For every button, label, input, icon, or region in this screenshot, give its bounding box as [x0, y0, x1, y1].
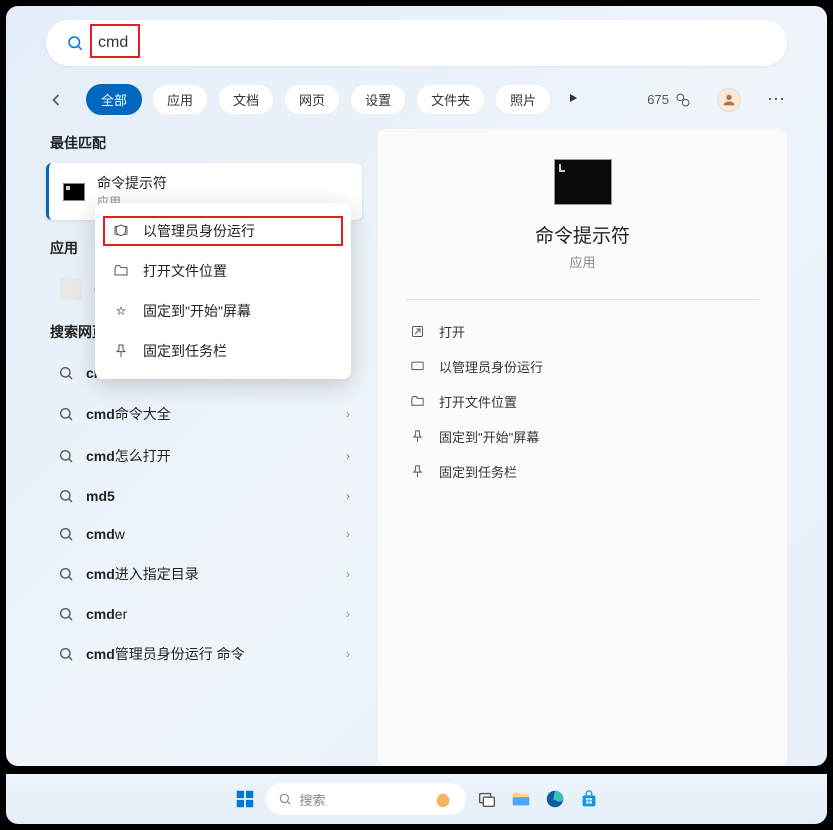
chevron-right-icon: ›	[346, 449, 350, 463]
search-window: cmd 全部 应用 文档 网页 设置 文件夹 照片 675 ⋯ 最佳匹配 命令提…	[6, 6, 827, 766]
search-icon	[58, 488, 74, 504]
rewards-icon	[675, 92, 691, 108]
search-text: cmd怎么打开	[86, 446, 171, 466]
search-input[interactable]: cmd	[98, 34, 128, 51]
pin-icon	[410, 464, 425, 479]
taskbar-search[interactable]: 搜索	[266, 783, 466, 815]
search-item-6[interactable]: cmder ›	[46, 595, 362, 633]
section-best-match: 最佳匹配	[50, 133, 362, 153]
search-bar[interactable]: cmd	[46, 20, 787, 66]
search-text: md5	[86, 488, 115, 504]
chevron-right-icon: ›	[346, 489, 350, 503]
details-panel: 命令提示符 应用 打开 以管理员身份运行 打开文件位置 固定到"开始"屏幕 固	[378, 129, 787, 766]
edge-button[interactable]	[542, 786, 568, 812]
search-icon	[58, 566, 74, 582]
chevron-right-icon: ›	[346, 607, 350, 621]
search-item-3[interactable]: md5 ›	[46, 477, 362, 515]
store-icon	[578, 788, 600, 810]
start-button[interactable]	[232, 786, 258, 812]
explorer-button[interactable]	[508, 786, 534, 812]
chevron-right-icon: ›	[346, 527, 350, 541]
search-icon	[58, 526, 74, 542]
search-item-7[interactable]: cmd管理员身份运行 命令 ›	[46, 633, 362, 675]
pin-icon	[410, 429, 425, 444]
filter-all[interactable]: 全部	[86, 84, 142, 115]
search-icon	[58, 365, 74, 381]
ctx-pin-taskbar[interactable]: 固定到任务栏	[95, 331, 351, 371]
filter-settings[interactable]: 设置	[350, 84, 406, 115]
pin-icon	[113, 343, 129, 359]
action-pin-start[interactable]: 固定到"开始"屏幕	[406, 419, 759, 454]
filter-apps[interactable]: 应用	[152, 84, 208, 115]
cmd-icon	[63, 183, 85, 201]
search-item-1[interactable]: cmd命令大全 ›	[46, 393, 362, 435]
chevron-right-icon: ›	[346, 567, 350, 581]
action-open[interactable]: 打开	[406, 314, 759, 349]
search-icon	[278, 792, 292, 806]
task-view-button[interactable]	[474, 786, 500, 812]
open-icon	[410, 324, 425, 339]
search-item-5[interactable]: cmd进入指定目录 ›	[46, 553, 362, 595]
windows-icon	[234, 788, 256, 810]
search-text: cmdw	[86, 526, 125, 542]
pin-icon	[113, 303, 129, 319]
search-text: cmd管理员身份运行 命令	[86, 644, 245, 664]
back-icon[interactable]	[46, 90, 66, 110]
search-icon	[66, 34, 84, 52]
chevron-right-icon: ›	[346, 647, 350, 661]
task-view-icon	[476, 788, 498, 810]
folder-icon	[510, 788, 532, 810]
chevron-right-icon: ›	[346, 407, 350, 421]
bing-mascot-icon	[432, 788, 454, 810]
shield-icon	[113, 223, 129, 239]
ctx-pin-start[interactable]: 固定到"开始"屏幕	[95, 291, 351, 331]
search-icon	[58, 606, 74, 622]
best-match-title: 命令提示符	[97, 173, 167, 193]
edge-icon	[544, 788, 566, 810]
search-item-4[interactable]: cmdw ›	[46, 515, 362, 553]
taskbar: 搜索	[6, 774, 827, 824]
rewards-points[interactable]: 675	[647, 92, 691, 108]
cmd-icon-large	[554, 159, 612, 205]
action-run-admin[interactable]: 以管理员身份运行	[406, 349, 759, 384]
app-icon	[60, 278, 82, 300]
shield-icon	[410, 359, 425, 374]
search-item-2[interactable]: cmd怎么打开 ›	[46, 435, 362, 477]
search-text: cmd进入指定目录	[86, 564, 199, 584]
details-title: 命令提示符	[406, 221, 759, 248]
filter-docs[interactable]: 文档	[218, 84, 274, 115]
filter-web[interactable]: 网页	[284, 84, 340, 115]
avatar[interactable]	[717, 88, 741, 112]
filter-photos[interactable]: 照片	[495, 84, 551, 115]
results-column: 最佳匹配 命令提示符 应用 应用 Git CM › 搜索网页 cmd - 查看	[46, 129, 362, 766]
search-text: cmder	[86, 606, 127, 622]
store-button[interactable]	[576, 786, 602, 812]
search-icon	[58, 448, 74, 464]
play-button[interactable]	[567, 91, 579, 109]
search-icon	[58, 646, 74, 662]
filter-folders[interactable]: 文件夹	[416, 84, 485, 115]
folder-icon	[410, 394, 425, 409]
more-icon[interactable]: ⋯	[767, 89, 787, 110]
action-open-location[interactable]: 打开文件位置	[406, 384, 759, 419]
filter-row: 全部 应用 文档 网页 设置 文件夹 照片 675 ⋯	[6, 72, 827, 129]
ctx-run-as-admin[interactable]: 以管理员身份运行	[95, 211, 351, 251]
folder-icon	[113, 263, 129, 279]
context-menu: 以管理员身份运行 打开文件位置 固定到"开始"屏幕 固定到任务栏	[95, 203, 351, 379]
search-text: cmd命令大全	[86, 404, 171, 424]
action-pin-taskbar[interactable]: 固定到任务栏	[406, 454, 759, 489]
search-icon	[58, 406, 74, 422]
divider	[406, 299, 759, 300]
details-sub: 应用	[406, 252, 759, 271]
ctx-open-location[interactable]: 打开文件位置	[95, 251, 351, 291]
